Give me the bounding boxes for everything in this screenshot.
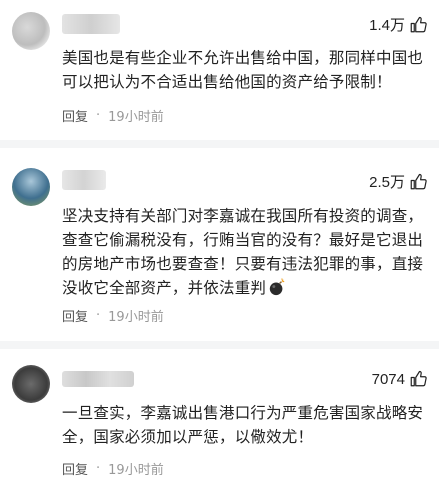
comment-line: 可以把认为不合适出售给他国的资产给予限制！ xyxy=(62,73,392,91)
comment-line: 没收它全部资产，并依法重判 xyxy=(62,276,424,300)
comment-text: 坚决支持有关部门对李嘉诚在我国所有投资的调查， 查查它偷漏税没有，行贿当官的没有… xyxy=(62,204,424,300)
divider xyxy=(0,140,439,148)
like-count: 2.5万 xyxy=(369,174,405,191)
username-blurred[interactable] xyxy=(62,371,134,387)
thumbs-up-icon xyxy=(410,173,427,189)
timestamp: 19小时前 xyxy=(108,463,164,478)
avatar[interactable] xyxy=(12,12,50,50)
comment-line-text: 没收它全部资产，并依法重判 xyxy=(62,279,267,297)
comment-text: 美国也是有些企业不允许出售给中国，那同样中国也 可以把认为不合适出售给他国的资产… xyxy=(62,46,424,94)
reply-button[interactable]: 回复 xyxy=(62,459,88,478)
comment-line: 的房地产市场也要查查！只要有违法犯罪的事，直接 xyxy=(62,255,424,273)
like-button[interactable]: 7074 xyxy=(372,370,427,388)
comment-line: 查查它偷漏税没有，行贿当官的没有？最好是它退出 xyxy=(62,231,424,249)
comment-line: 一旦查实，李嘉诚出售港口行为严重危害国家战略安 xyxy=(62,404,424,422)
avatar[interactable] xyxy=(12,168,50,206)
reply-button[interactable]: 回复 xyxy=(62,106,88,125)
like-count: 1.4万 xyxy=(369,17,405,34)
meta-separator: · xyxy=(96,108,101,123)
comment-item: 1.4万 美国也是有些企业不允许出售给中国，那同样中国也 可以把认为不合适出售给… xyxy=(0,0,439,150)
thumbs-up-icon xyxy=(410,16,427,32)
timestamp: 19小时前 xyxy=(108,310,164,325)
username-blurred[interactable] xyxy=(62,170,106,190)
meta-separator: · xyxy=(96,461,101,476)
comment-meta: 回复 · 19小时前 xyxy=(62,459,164,478)
comment-text: 一旦查实，李嘉诚出售港口行为严重危害国家战略安 全，国家必须加以严惩，以儆效尤！ xyxy=(62,401,424,449)
comment-line: 全，国家必须加以严惩，以儆效尤！ xyxy=(62,428,314,446)
meta-separator: · xyxy=(96,308,101,323)
timestamp: 19小时前 xyxy=(108,110,164,125)
like-button[interactable]: 1.4万 xyxy=(369,14,427,35)
comment-item: 7074 一旦查实，李嘉诚出售港口行为严重危害国家战略安 全，国家必须加以严惩，… xyxy=(0,345,439,489)
username-blurred[interactable] xyxy=(62,14,120,34)
avatar[interactable] xyxy=(12,365,50,403)
comment-meta: 回复 · 19小时前 xyxy=(62,106,164,125)
reply-button[interactable]: 回复 xyxy=(62,306,88,325)
bomb-emoji-icon xyxy=(269,278,285,296)
comment-line: 坚决支持有关部门对李嘉诚在我国所有投资的调查， xyxy=(62,207,424,225)
comment-meta: 回复 · 19小时前 xyxy=(62,306,164,325)
comment-line: 美国也是有些企业不允许出售给中国，那同样中国也 xyxy=(62,49,424,67)
thumbs-up-icon xyxy=(410,370,427,387)
comment-item: 2.5万 坚决支持有关部门对李嘉诚在我国所有投资的调查， 查查它偷漏税没有，行贿… xyxy=(0,150,439,345)
like-button[interactable]: 2.5万 xyxy=(369,171,427,192)
like-count: 7074 xyxy=(371,370,405,388)
